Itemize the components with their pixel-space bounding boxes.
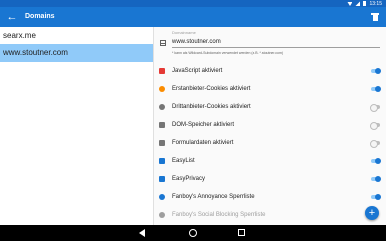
domain-list-item-stoutner[interactable]: www.stoutner.com [0, 44, 153, 62]
setting-label: EasyList [172, 158, 195, 164]
domain-list-item-searx[interactable]: searx.me [0, 27, 153, 44]
fanboy-annoyance-switch[interactable] [371, 194, 381, 200]
status-bar: 13:15 [0, 0, 386, 7]
domain-icon [160, 40, 166, 46]
domain-name-input[interactable]: www.stoutner.com [172, 37, 380, 48]
back-arrow-icon[interactable]: ← [6, 11, 18, 23]
setting-label: Fanboy's Annoyance Sperrliste [172, 194, 255, 200]
setting-third-party-cookies[interactable]: Drittanbieter-Cookies aktiviert [155, 98, 386, 116]
nav-back-icon[interactable] [139, 229, 145, 237]
cookie-icon [159, 86, 165, 92]
signal-icon [355, 1, 361, 6]
third-party-cookie-icon [159, 104, 165, 110]
setting-label: EasyPrivacy [172, 176, 206, 182]
setting-label: Drittanbieter-Cookies aktiviert [172, 104, 251, 110]
easylist-icon [159, 158, 165, 164]
easyprivacy-icon [159, 176, 165, 182]
nav-home-icon[interactable] [189, 229, 197, 237]
form-data-icon [159, 140, 165, 146]
setting-easylist[interactable]: EasyList [155, 152, 386, 170]
javascript-switch[interactable] [371, 68, 381, 74]
setting-label: Formulardaten aktiviert [172, 140, 234, 146]
domain-list: searx.me www.stoutner.com [0, 27, 154, 225]
form-data-switch[interactable] [370, 140, 380, 148]
nav-recents-icon[interactable] [238, 229, 245, 236]
setting-fanboy-social[interactable]: Fanboy's Social Blocking Sperrliste [155, 206, 386, 224]
setting-label: JavaScript aktiviert [172, 68, 223, 74]
domain-name-label: Domainname [172, 30, 196, 35]
setting-javascript[interactable]: JavaScript aktiviert [155, 62, 386, 80]
javascript-icon [159, 68, 165, 74]
setting-fanboy-annoyance[interactable]: Fanboy's Annoyance Sperrliste [155, 188, 386, 206]
third-party-cookies-switch[interactable] [370, 104, 380, 112]
setting-label: DOM-Speicher aktiviert [172, 122, 235, 128]
setting-label: Erstanbieter-Cookies aktiviert [172, 86, 251, 92]
setting-first-party-cookies[interactable]: Erstanbieter-Cookies aktiviert [155, 80, 386, 98]
navigation-bar [0, 225, 386, 241]
domain-hint: * kann als Wildcard-Subdomain verwendet … [172, 51, 284, 55]
wifi-icon [347, 2, 353, 6]
page-title: Domains [25, 13, 55, 20]
add-domain-button[interactable]: + [365, 206, 379, 220]
app-bar: ← Domains [0, 7, 386, 27]
battery-icon [363, 1, 367, 6]
dom-storage-switch[interactable] [370, 122, 380, 130]
easylist-switch[interactable] [371, 158, 381, 164]
setting-label: Fanboy's Social Blocking Sperrliste [172, 212, 266, 218]
setting-easyprivacy[interactable]: EasyPrivacy [155, 170, 386, 188]
setting-dom-storage[interactable]: DOM-Speicher aktiviert [155, 116, 386, 134]
setting-form-data[interactable]: Formulardaten aktiviert [155, 134, 386, 152]
easyprivacy-switch[interactable] [371, 176, 381, 182]
fanboy-social-icon [159, 212, 165, 218]
dom-storage-icon [159, 122, 165, 128]
fanboy-annoyance-icon [159, 194, 165, 200]
delete-icon[interactable] [371, 13, 379, 21]
domain-settings: Domainname www.stoutner.com * kann als W… [155, 27, 386, 225]
status-time: 13:15 [369, 0, 382, 7]
first-party-cookies-switch[interactable] [371, 86, 381, 92]
